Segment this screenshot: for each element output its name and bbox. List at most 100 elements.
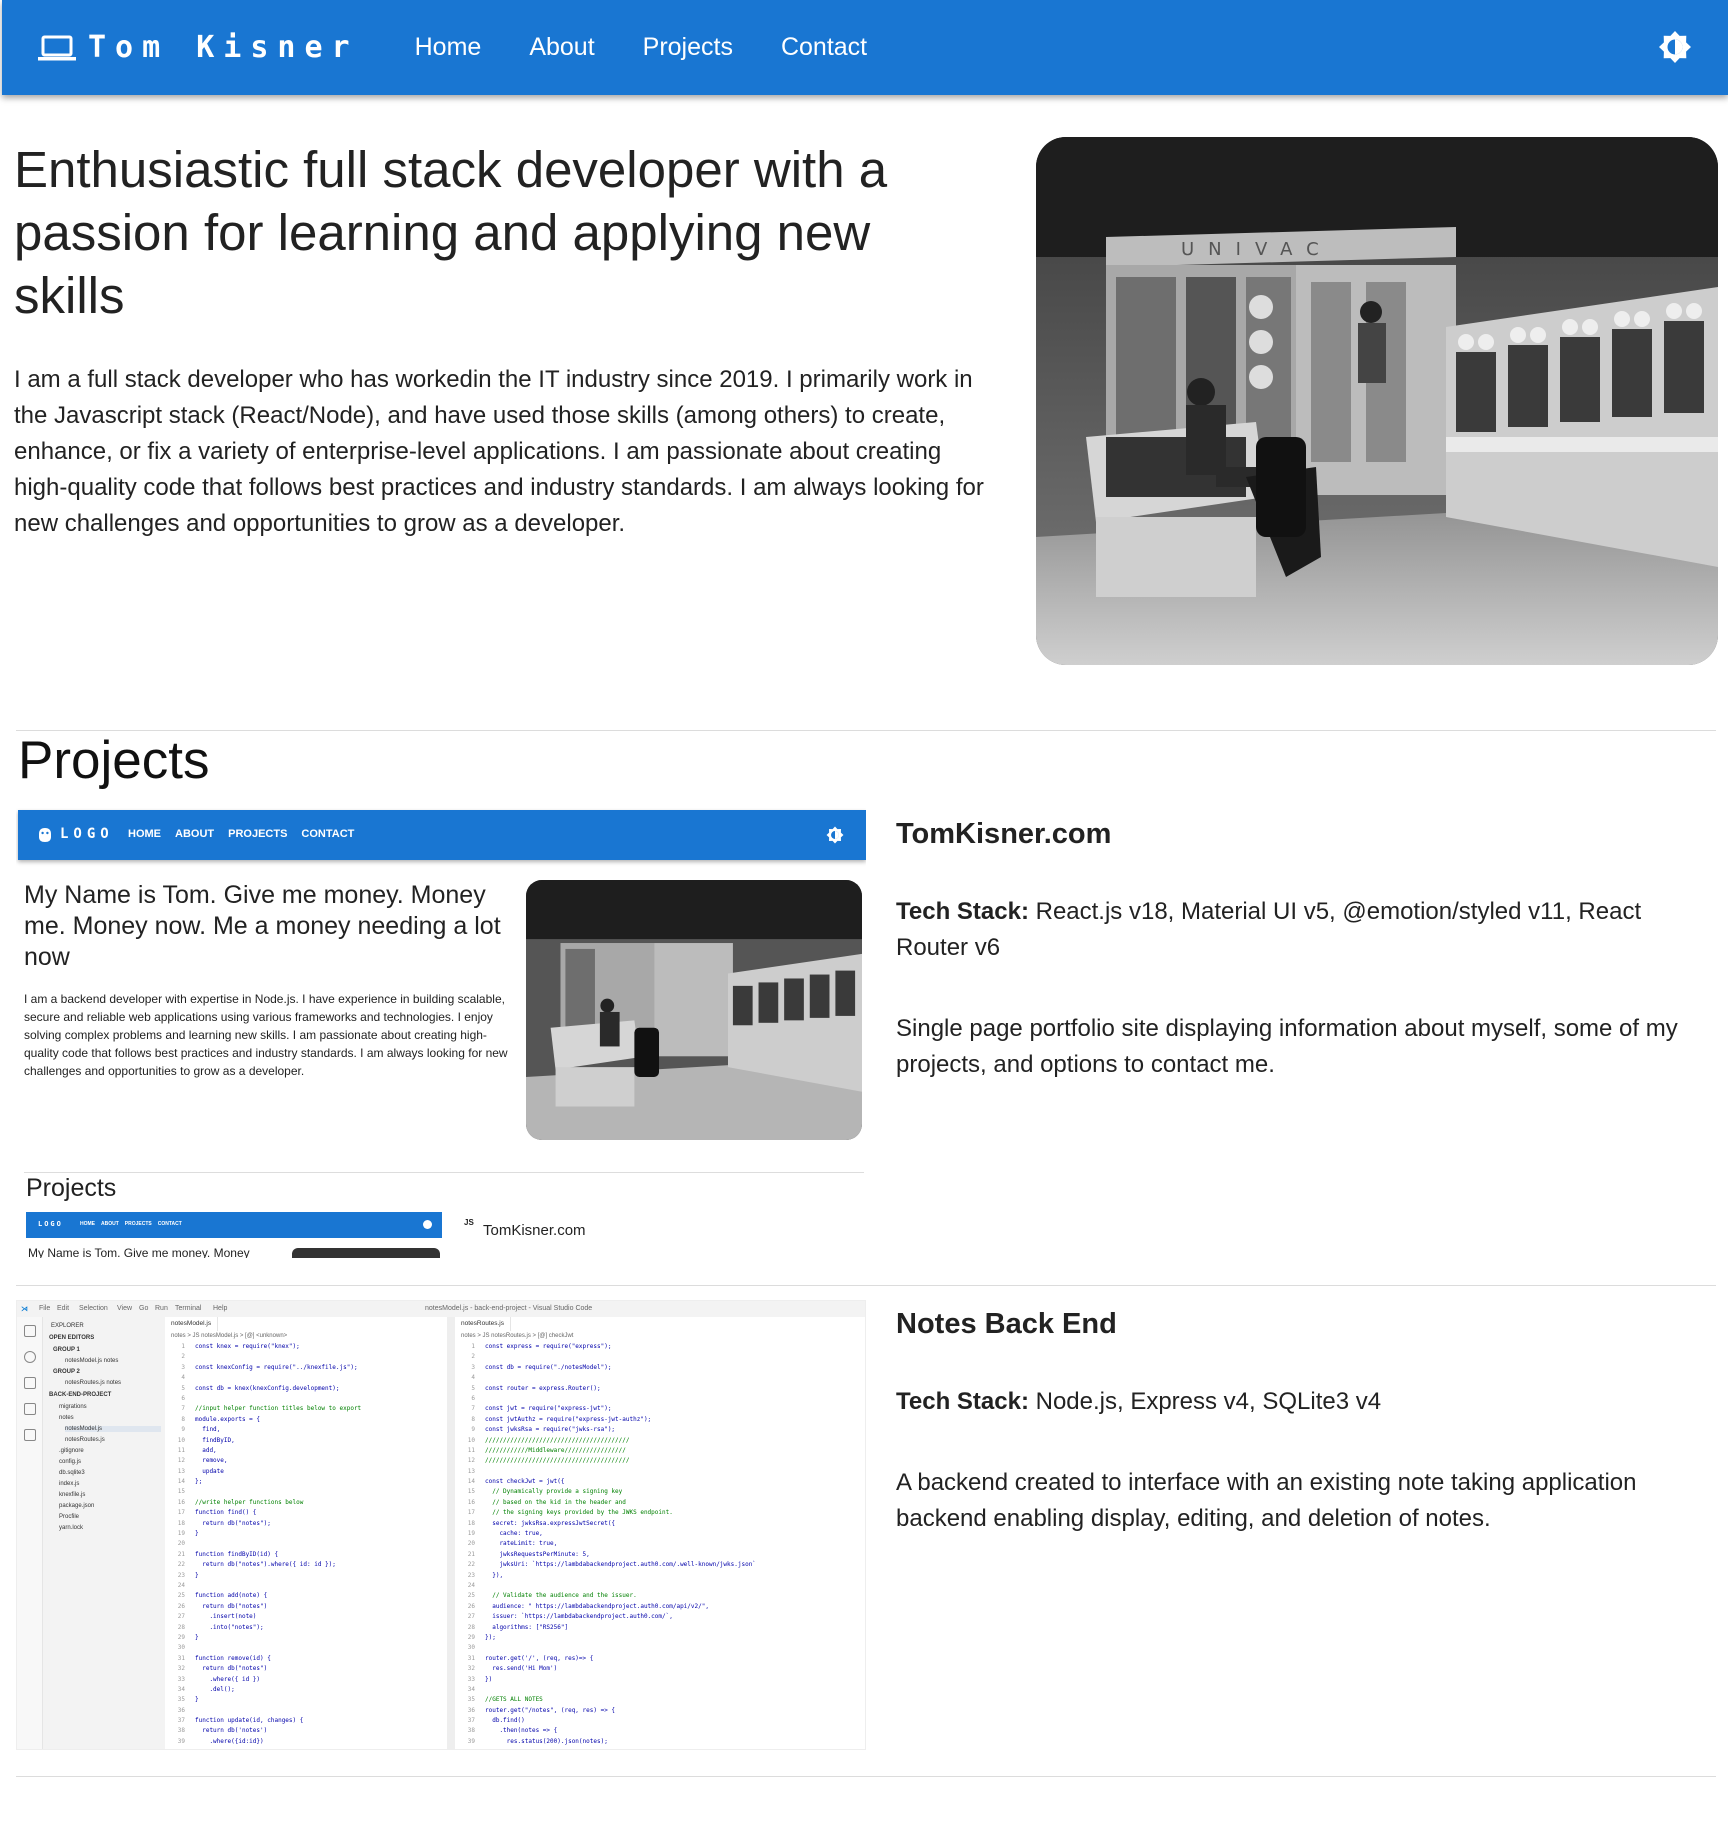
code-line: 17 function find() { [165,1509,361,1519]
code-line: 28 algorithms: ["RS256"] [455,1624,756,1634]
tech-stack-label: Tech Stack: [896,898,1029,925]
editor-tab-right: notesRoutes.js [455,1317,511,1331]
project-thumbnail-notes-backend[interactable]: ⋊ File Edit Selection View Go Run Termin… [16,1300,866,1750]
code-text: issuer: `https://lambdabackendproject.au… [485,1613,673,1621]
code-line: 21 function findByID(id) { [165,1551,361,1561]
laptop-icon [38,35,76,60]
nav-link-home[interactable]: Home [415,33,482,62]
project-description-tomkisner: Single page portfolio site displaying in… [896,1015,1678,1078]
line-number: 33 [177,1675,185,1683]
project-name-notes-backend[interactable]: Notes Back End [896,1308,1117,1341]
line-number: 22 [177,1561,185,1569]
line-number: 16 [177,1498,185,1506]
line-number: 2 [181,1353,185,1361]
line-number: 27 [467,1613,475,1621]
code-line: 6 [165,1395,361,1405]
code-text: // based on the kid in the header and [485,1498,626,1506]
code-text: res.send('Hi Mom') [485,1665,558,1673]
code-text: const db = require("./notesModel"); [485,1363,612,1371]
line-number: 21 [467,1550,475,1558]
code-line: 25 function add(note) { [165,1592,361,1602]
group1-file: notesModel.js notes [65,1358,119,1364]
nav-links: Home About Projects Contact [399,33,868,62]
nav-link-projects[interactable]: Projects [643,33,733,62]
line-number: 25 [467,1592,475,1600]
line-number: 18 [467,1519,475,1527]
line-number: 14 [467,1478,475,1486]
code-line: 5 const db = knex(knexConfig.development)… [165,1385,361,1395]
editor-breadcrumb-right: notes > JS notesRoutes.js > [@] checkJwt [461,1333,574,1339]
code-text: router.get("/notes", (req, res) => { [485,1706,616,1714]
code-text: return db("notes") [195,1602,268,1610]
code-text: audience: " https://lambdabackendproject… [485,1602,709,1610]
code-text: // Dynamically provide a signing key [485,1488,623,1496]
project-root: BACK-END-PROJECT [49,1392,112,1398]
vscode-menu-selection: Selection [79,1305,108,1312]
code-line: 22 jwksUri: `https://lambdabackendprojec… [455,1561,756,1571]
code-text: }; [195,1478,203,1486]
code-line: 17 // the signing keys provided by the J… [455,1509,756,1519]
line-number: 3 [181,1363,185,1371]
code-line: 29} [165,1634,361,1644]
code-line: 3 const knexConfig = require("../knexfile… [165,1364,361,1374]
nav-link-contact[interactable]: Contact [781,33,867,62]
vscode-menu-file: File [39,1305,51,1312]
code-line: 7 //input helper function titles below to… [165,1405,361,1415]
search-icon [24,1351,36,1363]
line-number: 4 [471,1374,475,1382]
line-number: 36 [177,1706,185,1714]
brightness-icon [423,1220,432,1229]
explorer-file: Procfile [59,1514,80,1520]
line-number: 20 [177,1540,185,1548]
code-line: 20 rateLimit: true, [455,1540,756,1550]
code-line: 38 .then(notes => { [455,1727,756,1737]
code-text: return db("notes").where({ id: id }); [195,1561,336,1569]
code-text: .where({ id }) [195,1675,261,1683]
code-line: 9 find, [165,1426,361,1436]
code-line: 11 add, [165,1447,361,1457]
code-line: 23 }), [455,1572,756,1582]
thumbnail-navbar: LOGO HOME ABOUT PROJECTS CONTACT [18,810,866,860]
code-text: .del(); [195,1685,235,1693]
explorer-file: .gitignore [59,1448,84,1454]
code-text: //////////////////////////////////////// [485,1436,630,1444]
code-line: 9 const jwksRsa = require("jwks-rsa"); [455,1426,756,1436]
code-line: 38 return db('notes') [165,1727,361,1737]
line-number: 32 [177,1665,185,1673]
project-name-tomkisner[interactable]: TomKisner.com [896,818,1111,851]
brand-name: Tom Kisner [88,30,359,65]
code-text: findByID, [195,1436,235,1444]
code-line: 8 module.exports = { [165,1416,361,1426]
group1: GROUP 1 [53,1347,80,1353]
code-line: 30 [165,1644,361,1654]
brightness-icon[interactable] [1658,30,1692,64]
line-number: 30 [177,1644,185,1652]
brand[interactable]: Tom Kisner [38,30,359,65]
line-number: 35 [467,1696,475,1704]
line-number: 27 [177,1613,185,1621]
nav-link-about[interactable]: About [529,33,594,62]
line-number: 1 [181,1343,185,1350]
top-navbar: Tom Kisner Home About Projects Contact [2,0,1728,95]
project-thumbnail-tomkisner[interactable]: LOGO HOME ABOUT PROJECTS CONTACT My Name… [16,808,866,1258]
code-line: 2 [165,1353,361,1363]
line-number: 31 [467,1654,475,1662]
line-number: 5 [471,1384,475,1392]
code-text: }); [485,1633,496,1641]
code-line: 20 [165,1540,361,1550]
line-number: 7 [471,1405,475,1413]
line-number: 5 [181,1384,185,1392]
code-text: find, [195,1426,221,1434]
explorer-file: notesRoutes.js [65,1437,105,1443]
code-line: 26 return db("notes") [165,1603,361,1613]
open-editors: OPEN EDITORS [49,1335,95,1341]
vscode-menu-edit: Edit [57,1305,70,1312]
line-number: 8 [471,1415,475,1423]
code-text: function remove(id) { [195,1654,271,1662]
code-line: 16 // based on the kid in the header and [455,1499,756,1509]
editor-breadcrumb-left: notes > JS notesModel.js > [@] <unknown> [171,1333,288,1339]
line-number: 6 [181,1394,185,1402]
group2: GROUP 2 [53,1369,80,1375]
code-line: 3 const db = require("./notesModel"); [455,1364,756,1374]
code-text: const express = require("express"); [485,1343,612,1350]
